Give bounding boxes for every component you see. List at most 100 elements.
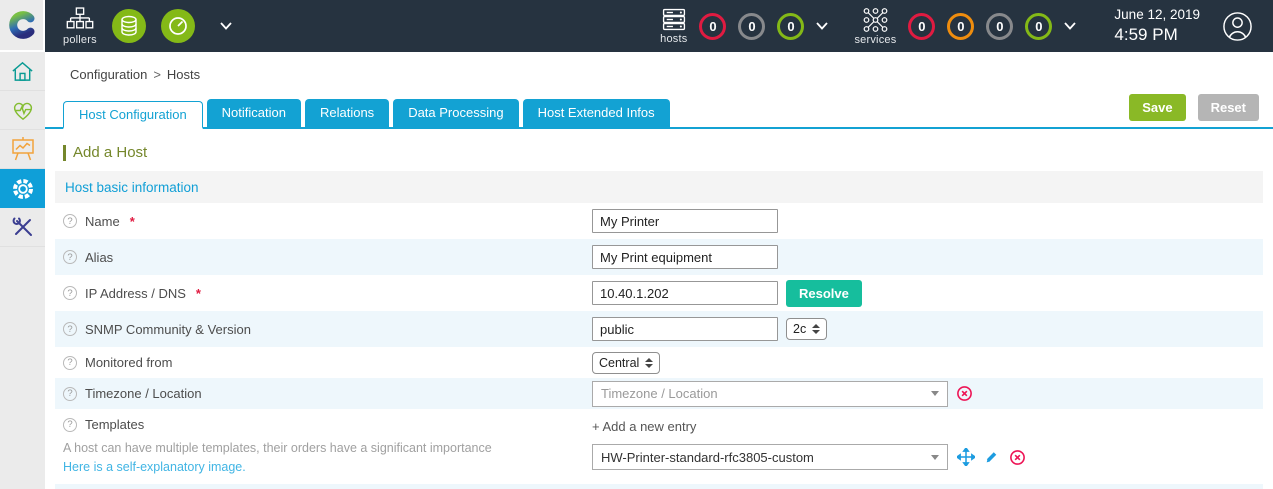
centreon-app: pollers hosts 0 0 0 services 0 0 0 0 Jun…	[0, 0, 1273, 489]
snmp-label: SNMP Community & Version	[85, 321, 251, 337]
move-icon	[957, 448, 975, 466]
breadcrumb: Configuration > Hosts	[45, 52, 1273, 94]
help-icon[interactable]: ?	[63, 322, 77, 336]
hosts-icon	[662, 8, 685, 31]
services-unknown-counter[interactable]: 0	[986, 12, 1014, 40]
breadcrumb-page[interactable]: Hosts	[167, 67, 200, 82]
reset-button[interactable]: Reset	[1197, 94, 1259, 121]
form-row-templates: ? Templates A host can have multiple tem…	[55, 409, 1263, 484]
help-icon[interactable]: ?	[63, 417, 77, 432]
hosts-status-menu[interactable]: hosts	[660, 7, 687, 45]
pencil-icon	[986, 452, 997, 463]
template-edit-button[interactable]	[984, 449, 1000, 465]
snmp-version-select[interactable]: 2c	[786, 318, 828, 340]
form-row-alias: ? Alias	[55, 239, 1263, 275]
sidebar-item-reporting[interactable]	[0, 130, 45, 169]
ip-address-input[interactable]	[592, 281, 778, 305]
remove-circle-icon	[957, 386, 972, 401]
user-avatar-icon	[1223, 11, 1252, 41]
services-chevron-down-icon[interactable]	[1064, 22, 1077, 30]
services-ok-counter[interactable]: 0	[1025, 12, 1053, 40]
section-host-basic-information: Host basic information	[55, 171, 1263, 203]
hosts-down-counter[interactable]: 0	[699, 12, 727, 40]
dropdown-arrow-icon	[931, 391, 939, 396]
current-time: 4:59 PM	[1114, 24, 1178, 44]
hosts-up-counter[interactable]: 0	[777, 12, 805, 40]
tab-host-extended-infos[interactable]: Host Extended Infos	[522, 99, 670, 127]
template-move-handle[interactable]	[957, 448, 975, 466]
pollers-chevron-down-icon[interactable]	[220, 22, 232, 30]
page-title-text: Add a Host	[73, 144, 148, 161]
breadcrumb-section[interactable]: Configuration	[70, 67, 147, 82]
services-critical-counter[interactable]: 0	[908, 12, 936, 40]
help-icon[interactable]: ?	[63, 214, 77, 228]
template-remove-button[interactable]	[1009, 449, 1026, 466]
dropdown-arrow-icon	[931, 454, 939, 460]
latency-gauge-status[interactable]	[160, 9, 195, 43]
save-button[interactable]: Save	[1129, 94, 1186, 121]
select-spinner-arrows-icon	[645, 357, 654, 368]
tab-notification[interactable]: Notification	[206, 99, 301, 127]
top-status-bar: pollers hosts 0 0 0 services 0 0 0 0 Jun…	[45, 0, 1273, 52]
form-row-name: ? Name *	[55, 203, 1263, 239]
sidebar-item-configuration[interactable]	[0, 169, 45, 208]
alias-label: Alias	[85, 249, 114, 265]
select-spinner-arrows-icon	[812, 324, 821, 334]
name-label: Name	[85, 213, 120, 229]
services-warning-counter[interactable]: 0	[947, 12, 975, 40]
timezone-label: Timezone / Location	[85, 386, 202, 401]
form-row-create-services: ? Create Services linked to the Template…	[55, 483, 1263, 489]
resolve-button[interactable]: Resolve	[786, 279, 862, 307]
form-row-snmp: ? SNMP Community & Version 2c	[55, 311, 1263, 347]
add-template-entry-button[interactable]: + Add a new entry	[592, 419, 696, 434]
snmp-version-value: 2c	[793, 322, 807, 336]
hosts-chevron-down-icon[interactable]	[816, 22, 829, 30]
snmp-community-input[interactable]	[592, 317, 778, 341]
main-content: Configuration > Hosts Host Configuration…	[45, 52, 1273, 489]
templates-help-text: A host can have multiple templates, thei…	[63, 441, 492, 455]
sidebar-item-administration[interactable]	[0, 208, 45, 247]
services-icon	[863, 7, 888, 32]
database-poller-status[interactable]	[111, 9, 146, 43]
gear-icon	[12, 178, 33, 199]
clock: June 12, 2019 4:59 PM	[1114, 7, 1200, 45]
ip-address-label: IP Address / DNS	[85, 285, 186, 301]
pollers-icon	[66, 6, 94, 28]
required-asterisk: *	[195, 285, 201, 301]
tab-host-configuration[interactable]: Host Configuration	[63, 101, 203, 129]
centreon-logo[interactable]	[0, 0, 45, 52]
pollers-menu[interactable]: pollers	[63, 6, 97, 46]
tab-relations[interactable]: Relations	[304, 99, 390, 127]
tab-data-processing[interactable]: Data Processing	[393, 99, 519, 127]
hosts-unreachable-counter[interactable]: 0	[738, 12, 766, 40]
help-icon[interactable]: ?	[63, 386, 77, 401]
user-profile-button[interactable]	[1222, 11, 1253, 42]
form-row-ip-address: ? IP Address / DNS * Resolve	[55, 275, 1263, 311]
timezone-select[interactable]: Timezone / Location	[592, 380, 948, 407]
name-input[interactable]	[592, 209, 778, 233]
monitored-from-value: Central	[599, 355, 640, 370]
templates-help-link[interactable]: Here is a self-explanatory image.	[63, 460, 246, 474]
help-icon[interactable]: ?	[63, 355, 77, 370]
pollers-label: pollers	[63, 33, 97, 46]
services-status-menu[interactable]: services	[854, 7, 896, 46]
sidebar-item-monitoring[interactable]	[0, 91, 45, 130]
title-bar-decoration	[63, 144, 66, 161]
monitored-from-select[interactable]: Central	[592, 351, 661, 374]
help-icon[interactable]: ?	[63, 250, 77, 264]
form-actions: Save Reset	[1129, 94, 1273, 127]
form-row-timezone: ? Timezone / Location Timezone / Locatio…	[55, 378, 1263, 409]
template-select[interactable]: HW-Printer-standard-rfc3805-custom	[592, 444, 948, 470]
alias-input[interactable]	[592, 245, 778, 269]
timezone-placeholder: Timezone / Location	[601, 386, 718, 401]
gauge-icon	[168, 17, 187, 35]
remove-circle-icon	[1010, 449, 1025, 465]
current-date: June 12, 2019	[1114, 6, 1200, 22]
section-title: Host basic information	[65, 179, 199, 195]
database-icon	[121, 15, 137, 36]
centreon-logo-icon	[8, 11, 35, 39]
sidebar-item-home[interactable]	[0, 52, 45, 91]
timezone-clear-button[interactable]	[956, 385, 973, 402]
tab-bar: Host Configuration Notification Relation…	[45, 94, 1273, 129]
help-icon[interactable]: ?	[63, 286, 77, 300]
